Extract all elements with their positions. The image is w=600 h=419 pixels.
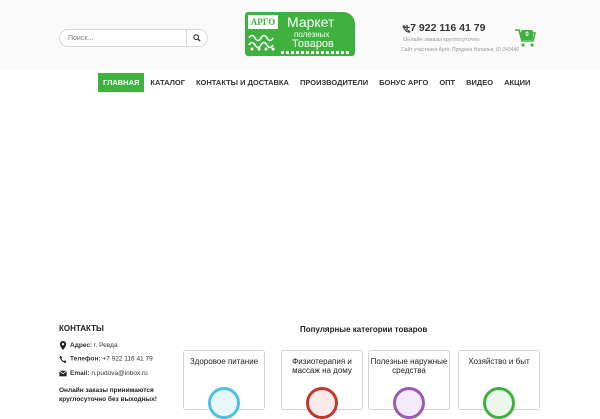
category-label: Полезные наружные средства <box>370 357 448 375</box>
logo-title: Маркет <box>287 14 335 30</box>
contact-email: Email: n.pudova@inbox.ru <box>59 370 148 377</box>
category-card-physiotherapy[interactable]: Физиотерапия и массаж на дому <box>281 350 363 419</box>
phone-value[interactable]: +7 922 116 41 79 <box>102 356 152 363</box>
participant-note: Сайт участника Арго: Прядина Наталья, ID… <box>401 47 520 53</box>
search-box <box>59 29 208 47</box>
nav-item-video[interactable]: ВИДЕО <box>460 73 498 92</box>
categories-heading: Популярные категории товаров <box>300 325 428 334</box>
online-orders-note: Онлайн заказы принимаются круглосуточно … <box>59 387 157 403</box>
email-label: Email: <box>70 370 90 378</box>
header-phone[interactable]: +7 922 116 41 79 <box>404 22 485 34</box>
nav-item-promotions[interactable]: АКЦИИ <box>498 73 535 92</box>
category-card-external-remedies[interactable]: Полезные наружные средства <box>368 350 450 419</box>
phone-label: Телефон: <box>70 355 101 363</box>
massage-icon <box>306 387 338 419</box>
nav-item-contacts-delivery[interactable]: КОНТАКТЫ И ДОСТАВКА <box>189 73 294 92</box>
search-input[interactable] <box>68 32 186 44</box>
nav-item-argo-bonus[interactable]: БОНУС АРГО <box>373 73 433 92</box>
household-icon <box>483 387 515 419</box>
main-nav: ГЛАВНАЯ КАТАЛОГ КОНТАКТЫ И ДОСТАВКА ПРОИ… <box>97 73 535 92</box>
email-value[interactable]: n.pudova@inbox.ru <box>91 370 147 377</box>
site-logo[interactable]: АРГО Маркет полезных Товаров <box>245 12 355 56</box>
address-value: г. Ревда <box>93 342 118 350</box>
logo-ornament <box>281 51 351 54</box>
contact-phone: Телефон: +7 922 116 41 79 <box>59 355 153 363</box>
nav-item-home[interactable]: ГЛАВНАЯ <box>97 73 145 92</box>
search-icon <box>193 34 201 42</box>
logo-subtitle-2: Товаров <box>292 38 334 50</box>
category-label: Физиотерапия и массаж на дому <box>292 357 352 375</box>
logo-badge: АРГО <box>248 15 278 29</box>
category-label: Здоровое питание <box>189 357 259 366</box>
category-card-household[interactable]: Хозяйство и быт <box>458 350 540 419</box>
logo-emblem: АРГО <box>248 15 278 53</box>
contacts-heading: КОНТАКТЫ <box>59 324 104 333</box>
healthy-food-icon <box>208 387 240 419</box>
cart-count-badge: 0 <box>521 30 533 40</box>
address-label: Адрес: <box>70 342 93 350</box>
search-button[interactable] <box>186 30 207 46</box>
category-card-healthy-food[interactable]: Здоровое питание <box>183 350 265 419</box>
nav-item-manufacturers[interactable]: ПРОИЗВОДИТЕЛИ <box>293 73 373 92</box>
location-pin-icon <box>59 341 67 350</box>
category-label: Хозяйство и быт <box>468 357 530 366</box>
phone-icon <box>59 355 67 363</box>
nav-item-wholesale[interactable]: ОПТ <box>433 73 460 92</box>
nav-item-catalog[interactable]: КАТАЛОГ <box>144 73 190 92</box>
online-note: Онлайн заказы круглосуточно <box>403 37 480 43</box>
contact-address: Адрес: г. Ревда <box>59 341 118 350</box>
envelope-icon <box>59 370 67 377</box>
wave-icon <box>248 34 275 51</box>
remedies-icon <box>393 387 425 419</box>
